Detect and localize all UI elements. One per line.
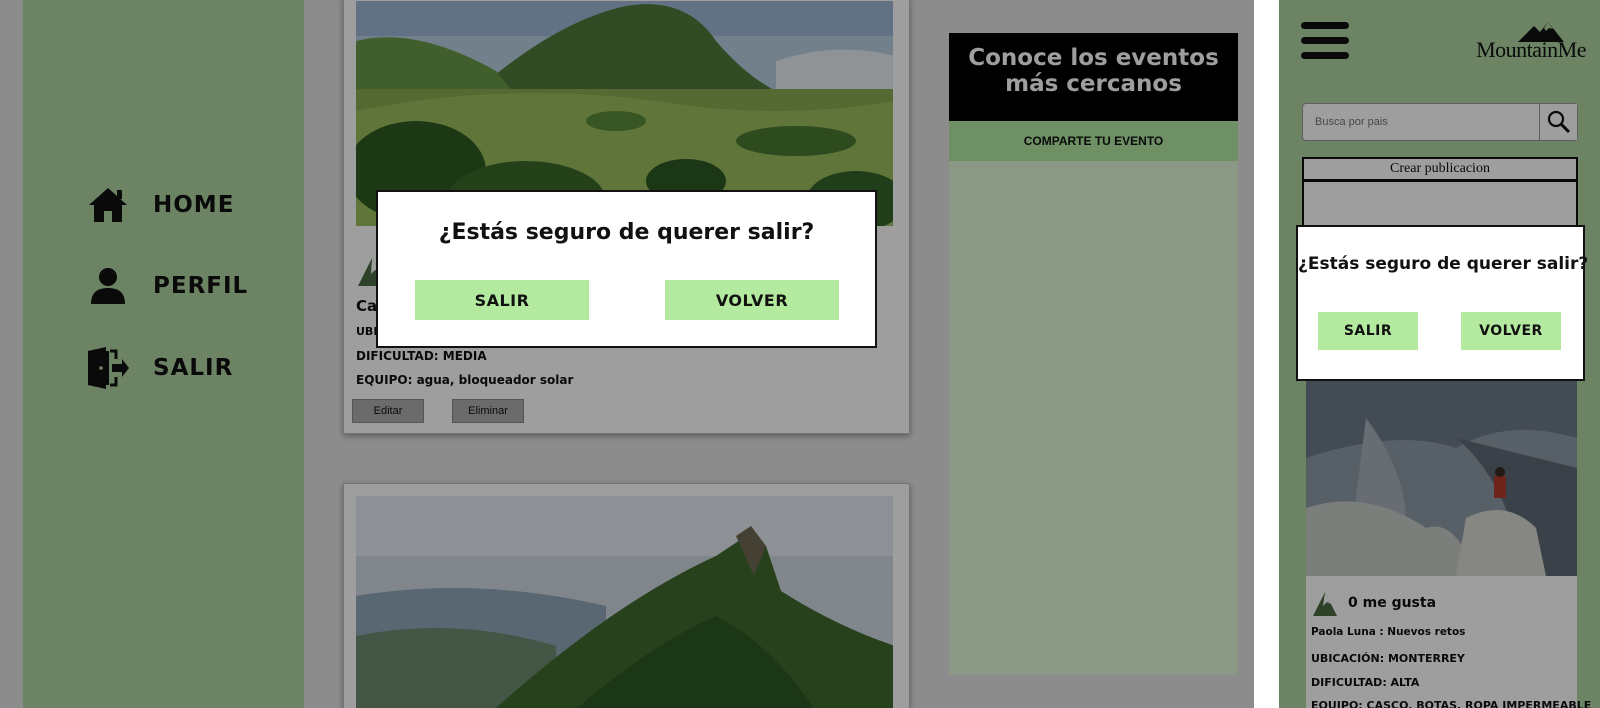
modal-question: ¿Estás seguro de querer salir? — [438, 220, 815, 245]
desktop-view: HOME PERFIL SALIR Ca UBI DIFICULTAD: MED… — [0, 0, 1254, 708]
confirm-exit-button[interactable]: SALIR — [1318, 312, 1418, 350]
logout-confirm-modal: ¿Estás seguro de querer salir? SALIR VOL… — [376, 190, 877, 348]
logout-confirm-modal: ¿Estás seguro de querer salir? SALIR VOL… — [1296, 225, 1589, 381]
back-button[interactable]: VOLVER — [665, 280, 839, 320]
modal-backdrop[interactable] — [0, 0, 1254, 708]
modal-question: ¿Estás seguro de querer salir? — [1298, 254, 1589, 274]
back-button[interactable]: VOLVER — [1461, 312, 1561, 350]
confirm-exit-button[interactable]: SALIR — [415, 280, 589, 320]
mobile-view: MountainMe Crear publicacion 0 me gusta — [1279, 0, 1600, 708]
